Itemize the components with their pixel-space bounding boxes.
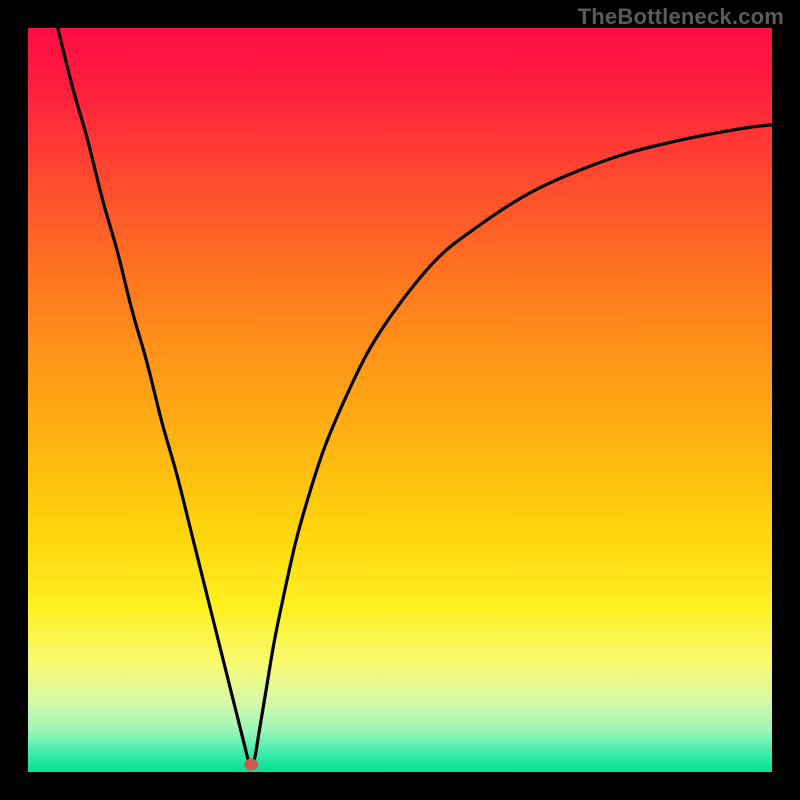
chart-frame: TheBottleneck.com [0,0,800,800]
gradient-background [28,28,772,772]
watermark-text: TheBottleneck.com [578,4,784,30]
plot-area [28,28,772,772]
bottleneck-chart [28,28,772,772]
optimal-point-marker [244,759,258,771]
